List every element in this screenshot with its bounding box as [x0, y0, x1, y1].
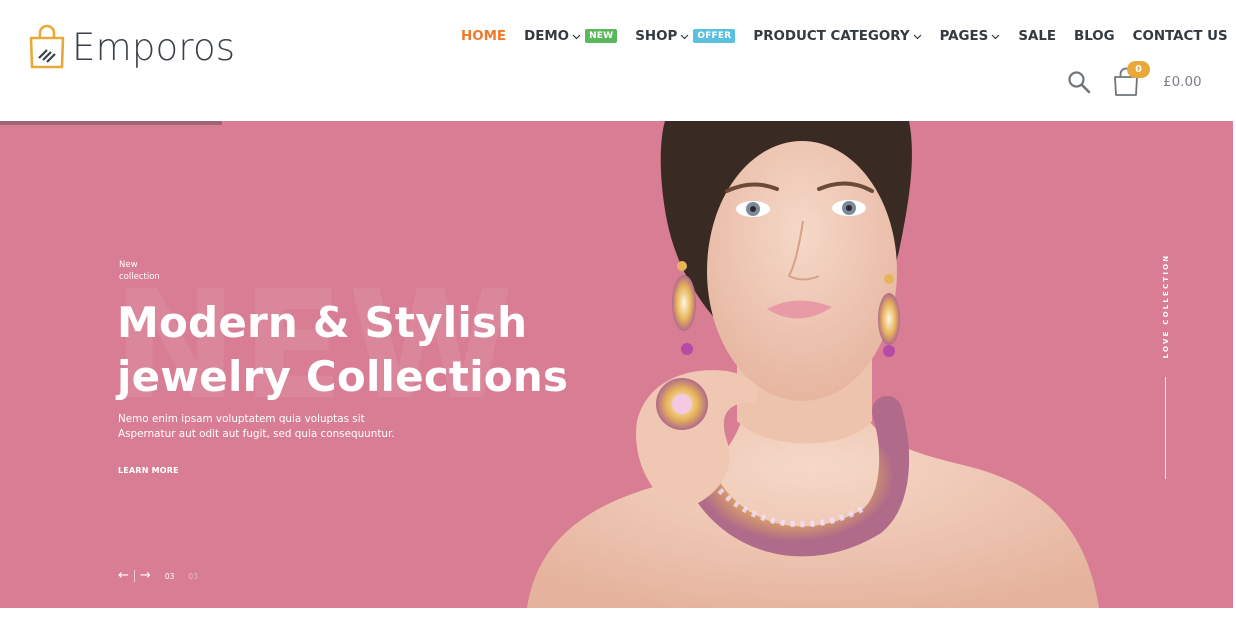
chevron-down-icon	[991, 34, 1000, 39]
hero-slider: NEW New collection Modern & Stylish jewe…	[0, 121, 1233, 608]
nav-item-label: PAGES	[939, 28, 989, 44]
side-collection-label: LOVE COLLECTION	[1158, 246, 1174, 366]
jewelry-model-image	[527, 121, 1099, 608]
arrow-left-icon[interactable]: ←	[118, 569, 129, 582]
nav-item-pages[interactable]: PAGES	[940, 29, 1001, 44]
hero-eyebrow: New collection	[119, 260, 160, 282]
nav-item-label: SHOP	[635, 28, 678, 44]
cart-total[interactable]: £0.00	[1163, 74, 1202, 90]
arrow-right-icon[interactable]: →	[140, 569, 151, 582]
new-badge: NEW	[585, 29, 618, 43]
hero-title-line: Modern & Stylish	[117, 298, 528, 347]
nav-item-label: CONTACT US	[1132, 28, 1228, 44]
main-nav: HOME DEMO NEW SHOP OFFER PRODUCT CATEGOR…	[461, 24, 1228, 48]
nav-item-demo[interactable]: DEMO NEW	[524, 28, 618, 44]
hero-title: Modern & Stylish jewelry Collections	[117, 296, 568, 404]
brand-name: Emporos	[72, 25, 236, 69]
side-divider-line	[1165, 377, 1166, 479]
hero-title-line: jewelry Collections	[117, 352, 569, 401]
chevron-down-icon	[913, 34, 922, 39]
slider-controls: ← → 03 03	[118, 569, 198, 582]
nav-item-label: HOME	[461, 28, 507, 44]
search-icon[interactable]	[1067, 70, 1091, 94]
learn-more-link[interactable]: LEARN MORE	[118, 466, 179, 475]
slide-current-number: 03	[164, 571, 175, 581]
nav-item-label: BLOG	[1074, 28, 1115, 44]
nav-item-product-category[interactable]: PRODUCT CATEGORY	[753, 28, 922, 44]
nav-item-label: PRODUCT CATEGORY	[753, 28, 910, 44]
cart-count-badge: 0	[1127, 61, 1150, 78]
nav-item-home[interactable]: HOME	[461, 29, 506, 44]
slide-total-number: 03	[188, 571, 198, 581]
nav-item-sale[interactable]: SALE	[1018, 29, 1056, 44]
nav-item-label: DEMO	[524, 28, 570, 44]
side-label-text: LOVE COLLECTION	[1162, 253, 1170, 359]
shopping-bag-logo-icon	[29, 24, 65, 69]
nav-item-label: SALE	[1018, 28, 1056, 44]
nav-item-shop[interactable]: SHOP OFFER	[635, 28, 736, 44]
offer-badge: OFFER	[693, 29, 736, 43]
nav-item-contact-us[interactable]: CONTACT US	[1133, 29, 1228, 44]
arrow-divider	[133, 570, 135, 582]
slide-progress-bar	[0, 121, 222, 125]
site-header: Emporos HOME DEMO NEW SHOP OFFER PRODUCT…	[0, 0, 1236, 121]
nav-item-blog[interactable]: BLOG	[1074, 29, 1115, 44]
chevron-down-icon	[680, 34, 689, 39]
hero-description: Nemo enim ipsam voluptatem quia voluptas…	[118, 413, 395, 440]
brand-logo[interactable]: Emporos	[28, 24, 235, 70]
chevron-down-icon	[572, 34, 581, 39]
